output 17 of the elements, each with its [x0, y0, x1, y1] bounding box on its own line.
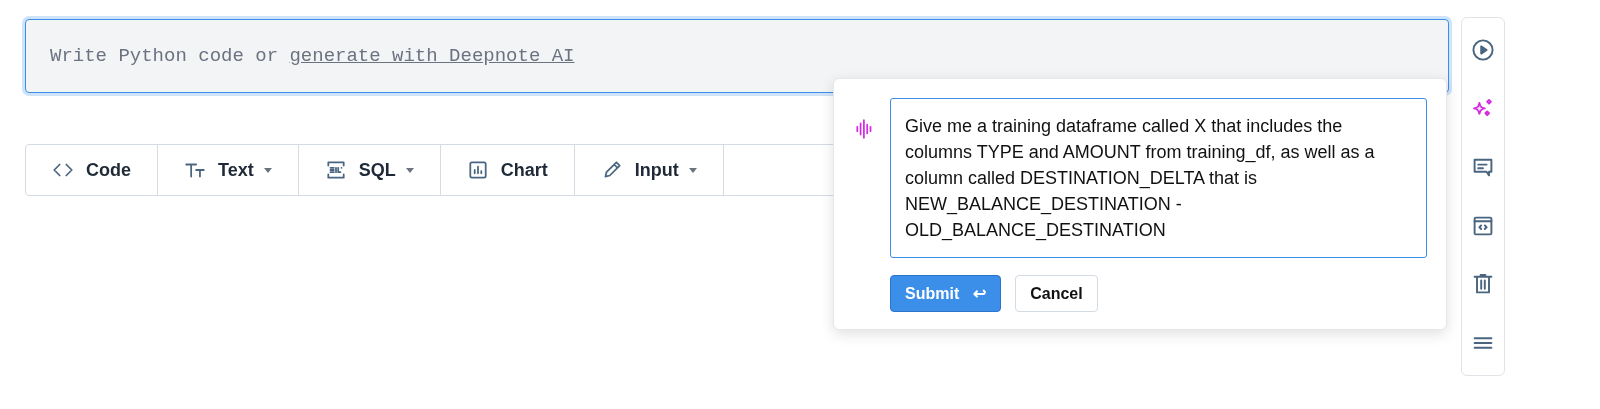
- add-block-button[interactable]: SQL: [298, 145, 441, 195]
- caret-icon: [263, 167, 272, 173]
- code-cell[interactable]: Write Python code or generate with Deepnote AI: [25, 19, 1449, 93]
- code-placeholder: Write Python code or generate with Deepnote AI: [50, 45, 575, 67]
- add-block-button[interactable]: Input: [574, 145, 724, 195]
- caret-icon: [688, 167, 697, 173]
- action-button[interactable]: [1471, 38, 1495, 62]
- sql-icon: [324, 159, 347, 181]
- bar-chart-icon: [466, 159, 489, 181]
- generate-ai-link[interactable]: generate with Deepnote AI: [289, 45, 575, 67]
- cancel-button[interactable]: Cancel: [1015, 275, 1098, 312]
- caret-icon: [405, 167, 414, 173]
- play-icon: [1471, 38, 1495, 62]
- add-block-button[interactable]: Text: [158, 145, 299, 195]
- prompt-field[interactable]: Give me a training dataframe called X that includes the columns TYPE and AMOUNT from training_df, as well as a column called DESTINATION_DELTA that is NEW_BALANCE_DESTINATION - OLD_BALANCE_DESTINATION: [890, 98, 1427, 258]
- add-block-button[interactable]: Chart: [440, 145, 575, 195]
- add-block-button[interactable]: Code: [26, 145, 158, 195]
